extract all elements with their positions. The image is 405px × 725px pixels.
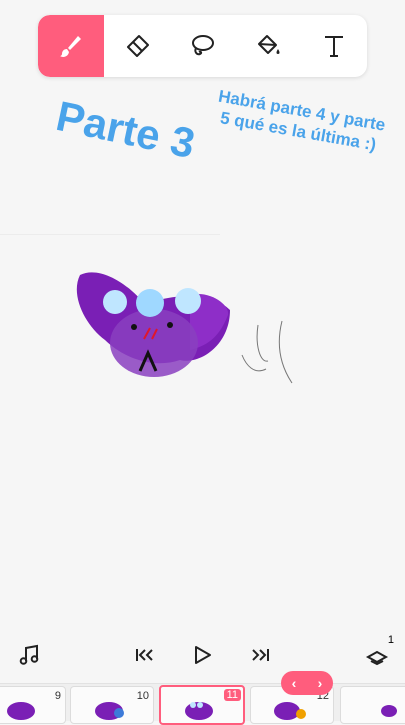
frame-thumb-drawing: [274, 702, 306, 720]
music-button[interactable]: [14, 640, 44, 670]
frame-filmstrip: 9 10 11 12: [0, 683, 405, 725]
frame-nav-pill: ‹ ›: [281, 671, 333, 695]
text-tool-icon: [325, 36, 344, 57]
lasso-tool-button[interactable]: [170, 15, 236, 77]
frame-thumb-drawing: [7, 702, 35, 720]
fill-tool-button[interactable]: [235, 15, 301, 77]
eraser-tool-button[interactable]: [104, 15, 170, 77]
fill-bucket-icon: [258, 35, 280, 54]
eraser-icon: [126, 35, 149, 57]
frame-thumb-drawing: [185, 702, 213, 720]
overlay-title: Parte 3: [52, 92, 200, 168]
layers-icon: [365, 650, 389, 666]
overlay-note: Habrá parte 4 y parte 5 qué es la última…: [216, 86, 387, 155]
frame-thumb-drawing: [95, 702, 124, 720]
frame-thumbnail[interactable]: [340, 686, 405, 724]
frame-number: 10: [136, 690, 149, 702]
playback-controls: 1: [0, 634, 405, 676]
frame-thumbnail[interactable]: 10: [70, 686, 154, 724]
next-frame-button[interactable]: [245, 640, 275, 670]
brush-icon: [59, 36, 81, 57]
layers-button[interactable]: 1: [362, 634, 394, 670]
frame-thumbnail-current[interactable]: 11: [159, 685, 245, 725]
frame-thumbnail[interactable]: 9: [0, 686, 66, 724]
frame-number: 9: [54, 690, 61, 702]
canvas-drawing: [76, 272, 293, 384]
layers-count: 1: [387, 634, 394, 646]
text-tool-button[interactable]: [301, 15, 367, 77]
brush-tool-button[interactable]: [38, 15, 104, 77]
music-note-icon: [19, 644, 39, 665]
play-button[interactable]: [187, 640, 217, 670]
frame-next-button[interactable]: ›: [318, 675, 323, 691]
frame-prev-button[interactable]: ‹: [292, 675, 297, 691]
previous-frame-button[interactable]: [130, 640, 160, 670]
drawing-toolbar: [38, 15, 367, 77]
canvas-divider: [0, 234, 220, 235]
frame-thumb-drawing: [381, 705, 397, 717]
skip-forward-icon: [252, 649, 269, 661]
lasso-icon: [192, 35, 215, 56]
skip-back-icon: [136, 649, 153, 661]
frame-number: 11: [223, 689, 241, 701]
play-icon: [195, 646, 211, 664]
